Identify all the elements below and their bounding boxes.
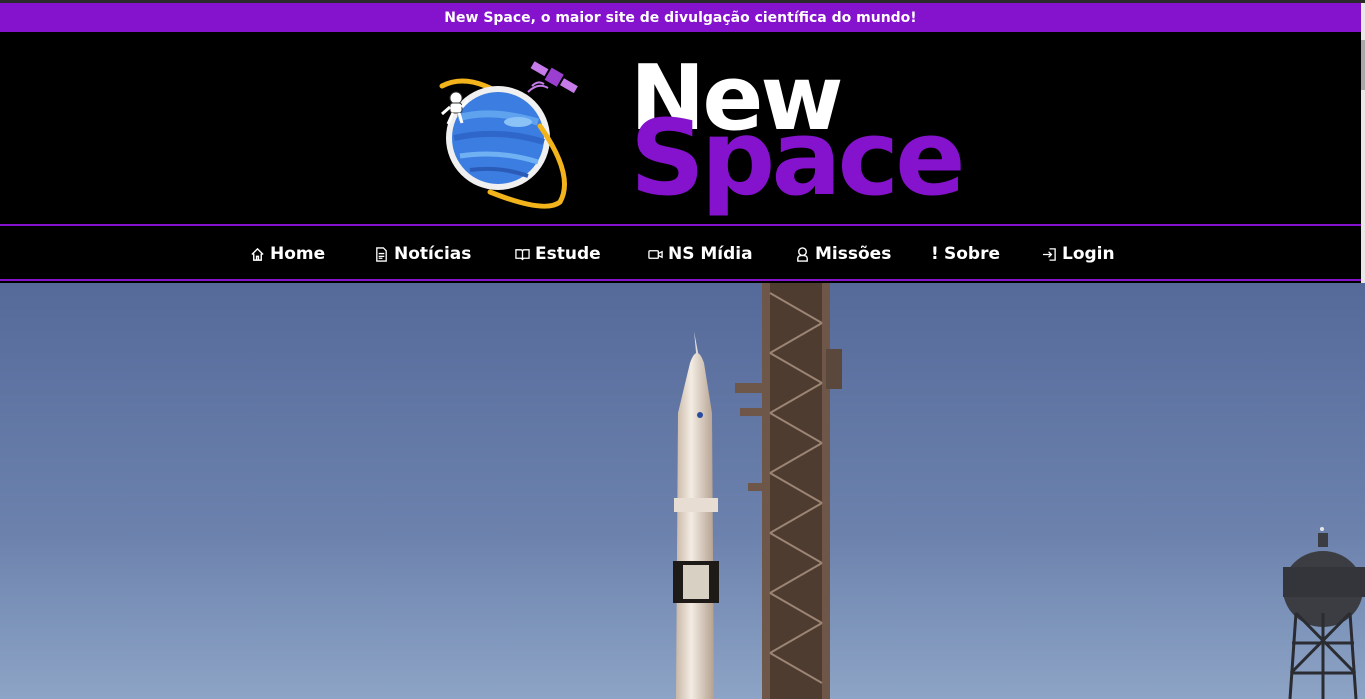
video-icon	[647, 246, 663, 262]
nav-item-noticias[interactable]: Notícias	[373, 243, 471, 265]
logo-planet-image[interactable]	[420, 46, 590, 216]
nav-item-home[interactable]: Home	[249, 243, 325, 265]
nav-label-estude: Estude	[535, 244, 601, 264]
exclamation-icon: !	[931, 244, 939, 264]
logo-wordmark[interactable]: New Space	[630, 54, 970, 224]
page: New Space, o maior site de divulgação ci…	[0, 0, 1365, 699]
nav-label-missoes: Missões	[815, 244, 892, 264]
site-header: New Space	[0, 32, 1361, 224]
nav-label-sobre: Sobre	[944, 244, 1001, 264]
hero-image-rocket	[0, 283, 1365, 699]
nav-label-login: Login	[1062, 244, 1115, 264]
nav-item-sobre[interactable]: ! Sobre	[931, 243, 1000, 265]
nav-item-estude[interactable]: Estude	[514, 243, 601, 265]
nav-item-login[interactable]: Login	[1041, 243, 1115, 265]
scrollbar-thumb[interactable]	[1361, 40, 1365, 90]
nav-item-missoes[interactable]: Missões	[794, 243, 891, 265]
book-icon	[514, 246, 530, 262]
top-banner: New Space, o maior site de divulgação ci…	[0, 3, 1361, 32]
astronaut-icon	[794, 246, 810, 262]
main-nav: Home Notícias Estude NS Mídia Missões ! …	[0, 224, 1361, 281]
nav-item-ns-midia[interactable]: NS Mídia	[647, 243, 753, 265]
document-icon	[373, 246, 389, 262]
rocket-launch-pad-photo	[0, 283, 1365, 699]
nav-label-noticias: Notícias	[394, 244, 472, 264]
login-icon	[1041, 246, 1057, 262]
nav-label-ns-midia: NS Mídia	[668, 244, 753, 264]
logo-word-space: Space	[630, 97, 966, 219]
banner-text: New Space, o maior site de divulgação ci…	[444, 9, 917, 26]
nav-label-home: Home	[270, 244, 326, 264]
planet-logo-icon	[439, 61, 578, 209]
home-icon	[249, 246, 265, 262]
